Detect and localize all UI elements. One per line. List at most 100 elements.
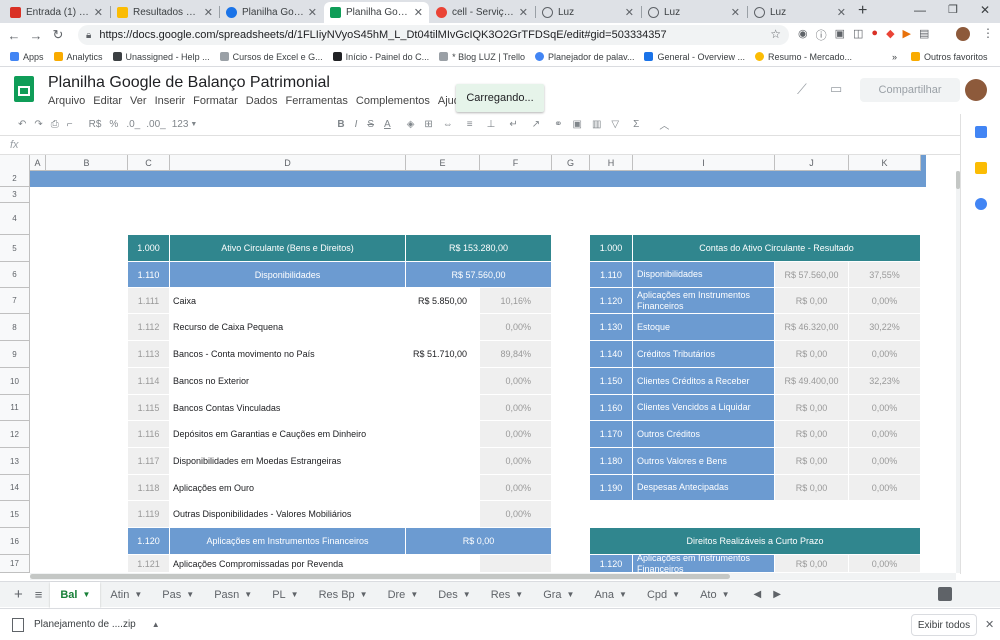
close-window-icon[interactable]: ✕ [980,3,990,17]
sheet-tab[interactable]: Pasn ▼ [204,582,262,608]
account-label[interactable]: Aplicações Compromissadas por Revenda [170,555,405,572]
decrease-decimal-button[interactable]: .0_ [126,119,140,130]
code-cell[interactable]: 1.117 [128,448,169,474]
extension-icon[interactable]: ▤ [919,27,929,43]
bold-icon[interactable]: B [337,119,344,130]
extension-icon[interactable]: ◫ [853,27,863,43]
text-wrap-icon[interactable]: ↵ [509,119,517,130]
bookmark-item[interactable]: Início - Painel do C... [332,52,429,62]
account-label[interactable]: Bancos Contas Vinculadas [170,395,405,420]
collapse-toolbar-icon[interactable]: ︿ [659,117,669,132]
sheet-tab[interactable]: Res ▼ [481,582,533,608]
subheader-label[interactable]: Disponibilidades [170,262,405,287]
horizontal-align-icon[interactable]: ≡ [467,119,473,130]
row-header[interactable]: 11 [0,395,30,421]
chevron-up-icon[interactable]: ▲ [152,620,160,629]
tasks-icon[interactable] [975,198,987,210]
scrollbar-thumb[interactable] [30,574,730,579]
menu-inserir[interactable]: Inserir [155,95,186,107]
account-percent[interactable]: 0,00% [849,395,920,420]
sheet-tab[interactable]: Bal ▼ [50,581,101,608]
account-value[interactable] [406,368,479,394]
chevron-down-icon[interactable]: ▼ [244,590,252,599]
chevron-down-icon[interactable]: ▼ [567,590,575,599]
browser-tab[interactable]: Planilha Google de✕ [220,2,323,23]
column-header[interactable]: J [775,155,849,171]
code-cell[interactable]: 1.190 [590,475,632,500]
chevron-down-icon[interactable]: ▼ [291,590,299,599]
account-percent[interactable]: 0,00% [480,395,551,420]
account-value[interactable]: R$ 0,00 [775,448,848,474]
chevron-down-icon[interactable]: ▼ [672,590,680,599]
bookmark-item[interactable]: * Blog LUZ | Trello [439,52,525,62]
text-color-icon[interactable]: A [384,119,391,130]
code-cell[interactable]: 1.118 [128,475,169,500]
account-percent[interactable]: 0,00% [849,421,920,447]
code-cell[interactable]: 1.000 [590,235,632,261]
sheet-tab[interactable]: Ato ▼ [690,582,739,608]
calendar-icon[interactable] [975,126,987,138]
sheet-tab[interactable]: Pas ▼ [152,582,204,608]
account-percent[interactable]: 0,00% [480,314,551,340]
undo-icon[interactable]: ↶ [18,119,26,130]
row-header[interactable]: 2 [0,170,30,187]
back-icon[interactable]: ← [3,28,25,43]
close-icon[interactable]: ✕ [985,618,994,631]
new-tab-icon[interactable]: + [858,2,867,20]
reload-icon[interactable]: ↻ [47,27,69,43]
chevron-down-icon[interactable]: ▼ [619,590,627,599]
menu-formatar[interactable]: Formatar [193,95,238,107]
redo-icon[interactable]: ↷ [34,119,42,130]
account-value[interactable]: R$ 5.850,00 [406,288,479,313]
row-header[interactable]: 4 [0,203,30,235]
close-tab-icon[interactable]: ✕ [837,6,846,19]
account-label[interactable]: Aplicações em Instrumentos Financeiros [633,288,774,313]
account-percent[interactable]: 0,00% [480,368,551,394]
menu-arquivo[interactable]: Arquivo [48,95,85,107]
sheet-tab[interactable]: Atin ▼ [100,582,152,608]
column-header[interactable]: K [849,155,921,171]
other-bookmarks[interactable]: Outros favoritos [911,52,988,62]
close-tab-icon[interactable]: ✕ [414,6,423,19]
filter-icon[interactable]: ▽ [611,119,619,130]
account-percent[interactable] [480,555,551,572]
bookmark-item[interactable]: General - Overview ... [644,52,745,62]
all-sheets-icon[interactable]: ≡ [35,587,43,602]
bookmark-item[interactable]: Resumo - Mercado... [754,52,852,62]
account-percent[interactable]: 89,84% [480,341,551,367]
account-label[interactable]: Créditos Tributários [633,341,774,367]
account-value[interactable] [406,555,479,572]
account-percent[interactable]: 10,16% [480,288,551,313]
column-header[interactable]: A [30,155,46,171]
code-cell[interactable]: 1.110 [590,262,632,287]
account-label[interactable]: Clientes Créditos a Receber [633,368,774,394]
insert-chart-icon[interactable]: ▥ [592,119,601,130]
row-header[interactable]: 7 [0,288,30,314]
extension-icon[interactable]: ● [871,27,878,43]
comments-icon[interactable]: ▭ [830,81,842,97]
share-button[interactable]: Compartilhar [860,78,960,102]
bookmark-star-icon[interactable]: ☆ [770,27,781,41]
forward-icon[interactable]: → [25,28,47,43]
close-tab-icon[interactable]: ✕ [204,6,213,19]
account-value[interactable] [406,448,479,474]
row-header[interactable]: 15 [0,501,30,528]
code-cell[interactable]: 1.115 [128,395,169,420]
info-icon[interactable]: ⓘ [816,27,827,43]
account-percent[interactable]: 0,00% [849,448,920,474]
code-cell[interactable]: 1.160 [590,395,632,420]
account-avatar[interactable] [965,79,987,101]
account-value[interactable]: R$ 0,00 [775,555,848,572]
account-percent[interactable]: 0,00% [849,475,920,500]
browser-tab[interactable]: Resultados da pesq✕ [111,2,219,23]
account-value[interactable]: R$ 51.710,00 [406,341,479,367]
account-label[interactable]: Bancos - Conta movimento no País [170,341,405,367]
code-cell[interactable]: 1.180 [590,448,632,474]
minimize-icon[interactable]: — [914,3,926,17]
camera-icon[interactable]: ◉ [798,27,808,43]
account-percent[interactable]: 37,55% [849,262,920,287]
menu-editar[interactable]: Editar [93,95,122,107]
account-value[interactable]: R$ 0,00 [775,421,848,447]
account-value[interactable]: R$ 0,00 [775,341,848,367]
close-tab-icon[interactable]: ✕ [731,6,740,19]
